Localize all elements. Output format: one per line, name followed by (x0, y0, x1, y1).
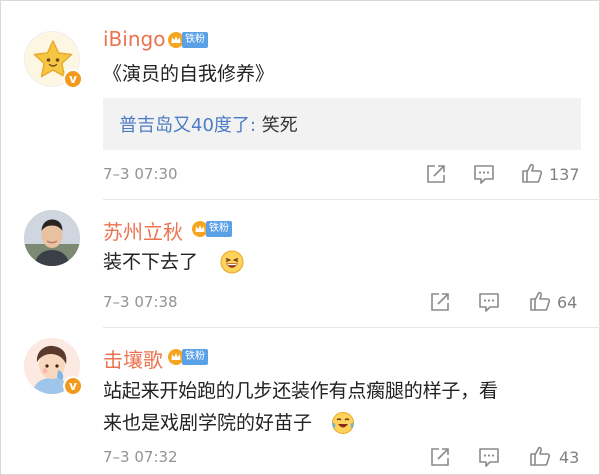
like-count: 137 (549, 165, 580, 184)
avatar[interactable] (24, 210, 80, 266)
comment-item: v iBingo 铁粉 《演员的自我修养》 普吉岛又40度了: 笑死 7–3 0… (1, 1, 600, 201)
username[interactable]: 击壤歌 (103, 344, 163, 373)
comment-icon[interactable] (478, 446, 500, 468)
quoted-reply[interactable]: 普吉岛又40度了: 笑死 (103, 98, 581, 150)
like-count: 43 (559, 448, 580, 467)
verified-badge-icon: v (63, 69, 83, 89)
comment-icon[interactable] (478, 291, 500, 313)
username[interactable]: 苏州立秋 (103, 216, 183, 245)
username[interactable]: iBingo (103, 27, 165, 51)
fan-badge: 铁粉 (191, 220, 232, 238)
fan-badge-label: 铁粉 (182, 349, 208, 365)
comment-text-line-1: 站起来开始跑的几步还装作有点瘸腿的样子，看 (103, 380, 498, 402)
comment-time: 7–3 07:32 (103, 448, 178, 466)
laughing-emoji-icon (220, 250, 244, 274)
reply-text: 笑死 (255, 115, 298, 136)
comment-text-line-2: 来也是戏剧学院的好苗子 (103, 412, 313, 434)
comment-text: 装不下去了 (103, 251, 199, 273)
fan-badge-label: 铁粉 (206, 221, 232, 237)
fan-badge: 铁粉 (167, 31, 208, 49)
fan-badge-label: 铁粉 (182, 32, 208, 48)
share-icon[interactable] (425, 163, 447, 185)
share-icon[interactable] (429, 291, 451, 313)
comment-time: 7–3 07:38 (103, 293, 178, 311)
like-count: 64 (557, 293, 578, 312)
comment-time: 7–3 07:30 (103, 165, 178, 183)
like-icon[interactable] (521, 162, 543, 184)
man-photo-avatar (24, 210, 80, 266)
verified-badge-icon: v (63, 376, 83, 396)
comment-icon[interactable] (473, 163, 495, 185)
like-icon[interactable] (529, 290, 551, 312)
comment-item: v 击壤歌 铁粉 站起来开始跑的几步还装作有点瘸腿的样子，看 来也是戏剧学院的好… (1, 328, 600, 475)
like-icon[interactable] (529, 445, 551, 467)
share-icon[interactable] (429, 446, 451, 468)
laugh-cry-emoji-icon (332, 412, 354, 434)
comment-list: v iBingo 铁粉 《演员的自我修养》 普吉岛又40度了: 笑死 7–3 0… (0, 0, 600, 475)
fan-badge: 铁粉 (167, 348, 208, 366)
comment-item: 苏州立秋 铁粉 装不下去了 7–3 07:38 64 (1, 200, 600, 328)
comment-text: 《演员的自我修养》 (103, 63, 275, 85)
reply-username-link[interactable]: 普吉岛又40度了: (119, 115, 256, 136)
